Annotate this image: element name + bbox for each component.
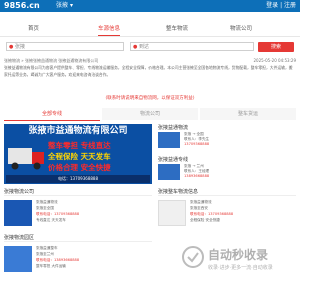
watermark: 自动秒收录 收录·进步·更多一流·自动收录 xyxy=(178,240,298,288)
tab-bar: 全部专线 物流公司 整车货运 xyxy=(4,108,296,121)
site-logo[interactable]: 9856.cn xyxy=(4,1,40,11)
card-title: 张掖益通物流 xyxy=(158,125,189,131)
card-phone: 13709368888 xyxy=(184,142,210,146)
section-title: 张掖整车物流信息 xyxy=(158,189,199,195)
item-note: 整车零担 大件运输 xyxy=(36,264,66,268)
divider xyxy=(4,195,152,196)
from-value: 张掖 xyxy=(15,44,26,50)
item-note: 专线直达 天天发车 xyxy=(36,218,66,222)
list-item[interactable]: 张掖益通物流 张掖至全国 联系电话：13709368888 专线直达 天天发车 xyxy=(4,198,152,230)
banner-line-1: 整车零担 专线直达 xyxy=(48,141,111,150)
card-phone: 13893668888 xyxy=(184,174,210,178)
item-contact: 联系电话：13709368888 xyxy=(36,212,80,216)
section-title: 张掖物流公司 xyxy=(4,189,35,195)
to-placeholder: 到达 xyxy=(139,44,150,50)
item-route: 张掖至西安 xyxy=(190,206,208,210)
main-nav: 首页 车源信息 整车物流 物流公司 xyxy=(0,22,300,37)
logo-text: 9856.cn xyxy=(4,1,40,10)
timestamp: 2025-05-20 04:53:29 xyxy=(253,58,296,63)
list-item[interactable]: 张掖益通整车 张掖至兰州 联系电话：13893668888 整车零担 大件运输 xyxy=(4,244,152,276)
search-row: ● 张掖 ● 到达 搜索 xyxy=(6,42,294,52)
location-icon: ● xyxy=(9,44,14,50)
card-thumbnail xyxy=(158,132,180,148)
list-item[interactable]: 张掖益通物流 张掖至西安 联系电话：13709368888 全程保险 安全快捷 xyxy=(158,198,296,230)
item-contact: 联系电话：13893668888 xyxy=(36,258,80,262)
divider xyxy=(4,241,152,242)
watermark-logo-icon xyxy=(182,246,204,268)
item-route: 张掖至兰州 xyxy=(36,252,54,256)
item-thumbnail xyxy=(4,246,32,272)
top-bar xyxy=(0,0,300,12)
right-card-2[interactable]: 张掖益通专线 张掖 → 兰州 联系人：王经理 13893668888 xyxy=(158,156,296,180)
item-route: 张掖至全国 xyxy=(36,206,54,210)
search-button[interactable]: 搜索 xyxy=(258,42,294,52)
item-name: 张掖益通物流 xyxy=(36,200,58,204)
breadcrumb: 张掖物流 » 张掖张掖益通物流 张掖益通物流有限公司 xyxy=(4,58,99,63)
from-field[interactable]: ● 张掖 xyxy=(6,42,124,51)
card-title: 张掖益通专线 xyxy=(158,157,189,163)
nav-item-vehicles[interactable]: 车源信息 xyxy=(98,25,121,36)
chevron-down-icon: ▾ xyxy=(69,2,73,9)
watermark-title: 自动秒收录 xyxy=(208,248,269,262)
to-field[interactable]: ● 到达 xyxy=(130,42,254,51)
banner-phone: 电话：13709368888 xyxy=(6,175,150,183)
banner-line-3: 价格合理 安全快捷 xyxy=(48,163,111,172)
divider xyxy=(158,195,296,196)
banner-line-2: 全程保险 天天发车 xyxy=(48,152,111,161)
city-selector[interactable]: 张掖 ▾ xyxy=(56,2,73,10)
right-card-1[interactable]: 张掖益通物流 张掖 → 全国 联系人：李先生 13709368888 xyxy=(158,124,296,148)
item-contact: 联系电话：13709368888 xyxy=(190,212,234,216)
nav-item-home[interactable]: 首页 xyxy=(28,25,39,33)
banner-title: 张掖市益通物流有限公司 xyxy=(28,126,128,136)
tab-companies[interactable]: 物流公司 xyxy=(102,108,198,120)
company-banner[interactable]: 张掖市益通物流有限公司 整车零担 专线直达 全程保险 天天发车 价格合理 安全快… xyxy=(4,124,152,184)
contact-notice: (联系时请说明来自物流网，以保证双方利益) xyxy=(105,96,195,101)
login-register-link[interactable]: 登录 | 注册 xyxy=(266,2,296,10)
item-note: 全程保险 安全快捷 xyxy=(190,218,220,222)
nav-item-companies[interactable]: 物流公司 xyxy=(230,25,252,33)
watermark-subtitle: 收录·进步·更多一流·自动收录 xyxy=(208,265,273,271)
location-icon: ● xyxy=(133,44,138,50)
item-name: 张掖益通物流 xyxy=(190,200,212,204)
item-thumbnail xyxy=(158,200,186,226)
tab-all-lines[interactable]: 全部专线 xyxy=(4,108,100,121)
company-description: 张掖益通物流有限公司为各客户提供整车、零担、专线物流运输服务，全程安全保障，价格… xyxy=(4,65,293,77)
section-title: 张掖物流园区 xyxy=(4,235,35,241)
card-thumbnail xyxy=(158,164,180,180)
item-thumbnail xyxy=(4,200,32,226)
nav-item-full-truck[interactable]: 整车物流 xyxy=(166,25,188,33)
truck-icon xyxy=(8,148,44,170)
city-label: 张掖 xyxy=(56,2,69,9)
tab-full-truck[interactable]: 整车货运 xyxy=(200,108,296,120)
item-name: 张掖益通整车 xyxy=(36,246,58,250)
